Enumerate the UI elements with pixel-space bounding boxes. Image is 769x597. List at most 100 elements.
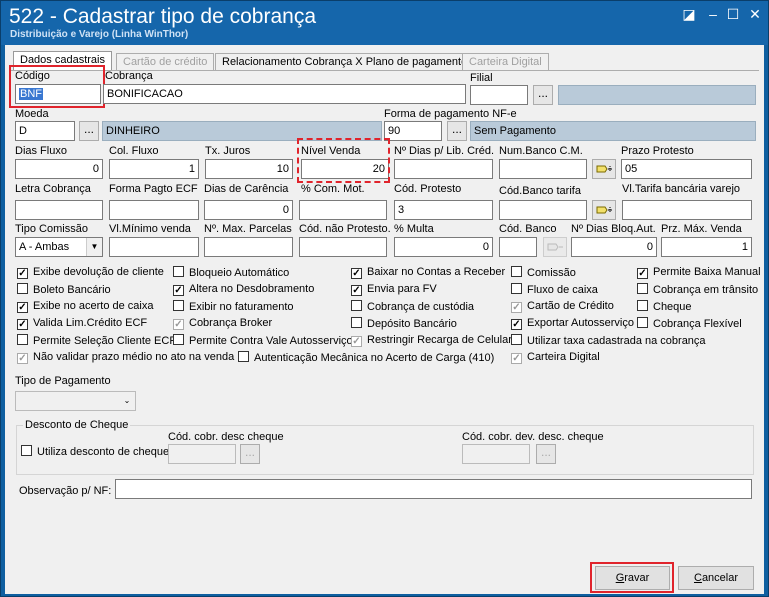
- chk-cobranca-flexivel[interactable]: Cobrança Flexível: [637, 317, 742, 331]
- checkbox-unchecked-icon: [17, 334, 28, 345]
- checkbox-unchecked-icon: [173, 266, 184, 277]
- checkbox-unchecked-icon: [238, 351, 249, 362]
- chk-boleto-bancario[interactable]: Boleto Bancário: [17, 283, 111, 297]
- forma-pag-nfe-label: Forma de pagamento NF-e: [384, 108, 517, 120]
- chk-utilizar-taxa[interactable]: Utilizar taxa cadastrada na cobrança: [511, 334, 706, 348]
- dias-fluxo-input[interactable]: 0: [15, 159, 103, 179]
- chk-exibir-faturamento[interactable]: Exibir no faturamento: [173, 300, 294, 314]
- chk-envia-fv[interactable]: ✓ Envia para FV: [351, 283, 437, 297]
- cancelar-button[interactable]: Cancelar: [678, 566, 754, 590]
- num-banco-cm-search-icon[interactable]: [592, 159, 616, 179]
- tx-juros-input[interactable]: 10: [205, 159, 293, 179]
- tipo-pagamento-select[interactable]: ⌄: [15, 391, 136, 411]
- cod-protesto-input[interactable]: 3: [394, 200, 493, 220]
- close-button[interactable]: ✕: [745, 5, 765, 23]
- filial-lookup-button[interactable]: ...: [533, 85, 553, 105]
- chk-permite-baixa-manual[interactable]: ✓ Permite Baixa Manual: [637, 266, 761, 280]
- tab-cartao-credito[interactable]: Cartão de crédito: [116, 53, 215, 70]
- chk-exibe-acerto-caixa[interactable]: ✓ Exibe no acerto de caixa: [17, 300, 153, 314]
- chk-label: Exibe no acerto de caixa: [33, 300, 154, 312]
- checkbox-checked-icon: ✓: [511, 319, 522, 330]
- cod-banco-tarifa-input[interactable]: [499, 200, 587, 220]
- chk-cobranca-custodia[interactable]: Cobrança de custódia: [351, 300, 474, 314]
- letra-cobranca-input[interactable]: [15, 200, 103, 220]
- cod-cobr-desc-lookup-button[interactable]: ...: [240, 444, 260, 464]
- minimize-button[interactable]: –: [703, 5, 723, 23]
- multa-input[interactable]: 0: [394, 237, 493, 257]
- chk-baixar-contas-receber[interactable]: ✓ Baixar no Contas a Receber: [351, 266, 505, 280]
- filial-input[interactable]: [470, 85, 528, 105]
- chk-label: Autenticação Mecânica no Acerto de Carga…: [254, 352, 495, 364]
- chk-label: Exibe devolução de cliente: [33, 266, 164, 278]
- app-window: 522 - Cadastrar tipo de cobrança Distrib…: [0, 0, 769, 597]
- chk-altera-desdobramento[interactable]: ✓ Altera no Desdobramento: [173, 283, 314, 297]
- prz-max-venda-input[interactable]: 1: [661, 237, 752, 257]
- chk-label: Cobrança de custódia: [367, 301, 475, 313]
- chk-permite-selecao-cliente[interactable]: Permite Seleção Cliente ECF: [17, 334, 176, 348]
- chk-autenticacao-mecanica[interactable]: Autenticação Mecânica no Acerto de Carga…: [238, 351, 494, 365]
- tab-carteira-digital[interactable]: Carteira Digital: [462, 53, 549, 70]
- moeda-input[interactable]: D: [15, 121, 75, 141]
- cod-nao-protesto-input[interactable]: [299, 237, 387, 257]
- cod-protesto-label: Cód. Protesto: [394, 183, 462, 195]
- cod-cobr-desc-input[interactable]: [168, 444, 236, 464]
- dias-lib-cred-input[interactable]: [394, 159, 493, 179]
- multa-label: % Multa: [394, 223, 434, 235]
- cod-banco-tarifa-label: Cód.Banco tarifa: [499, 185, 581, 197]
- chk-cobranca-transito[interactable]: Cobrança em trânsito: [637, 283, 758, 297]
- chk-exibe-devolucao[interactable]: ✓ Exibe devolução de cliente: [17, 266, 164, 280]
- dias-carencia-input[interactable]: 0: [204, 200, 293, 220]
- dias-bloq-aut-input[interactable]: 0: [571, 237, 657, 257]
- tipo-pagamento-label: Tipo de Pagamento: [15, 375, 111, 387]
- forma-pag-nfe-input[interactable]: 90: [384, 121, 442, 141]
- num-banco-cm-label: Num.Banco C.M.: [499, 145, 583, 157]
- observacao-input[interactable]: [115, 479, 752, 499]
- max-parcelas-input[interactable]: [204, 237, 293, 257]
- checkbox-unchecked-icon: [173, 334, 184, 345]
- maximize-button[interactable]: ☐: [723, 5, 743, 23]
- title-bar: 522 - Cadastrar tipo de cobrança Distrib…: [1, 1, 768, 45]
- tipo-comissao-select[interactable]: A - Ambas ▼: [15, 237, 103, 257]
- tab-relacionamento[interactable]: Relacionamento Cobrança X Plano de pagam…: [215, 53, 475, 70]
- cobranca-input[interactable]: BONIFICACAO: [103, 84, 466, 104]
- chk-restringir-recarga[interactable]: ✓ Restringir Recarga de Celular: [351, 334, 512, 348]
- chk-label: Bloqueio Automático: [189, 267, 290, 279]
- chk-deposito-bancario[interactable]: Depósito Bancário: [351, 317, 457, 331]
- chk-valida-lim-credito[interactable]: ✓ Valida Lim.Crédito ECF: [17, 317, 147, 331]
- desconto-cheque-title: Desconto de Cheque: [23, 419, 131, 431]
- col-fluxo-input[interactable]: 1: [109, 159, 199, 179]
- num-banco-cm-input[interactable]: [499, 159, 587, 179]
- forma-pag-nfe-lookup-button[interactable]: ...: [447, 121, 467, 141]
- com-mot-input[interactable]: [299, 200, 387, 220]
- vl-minimo-venda-input[interactable]: [109, 237, 199, 257]
- moeda-lookup-button[interactable]: ...: [79, 121, 99, 141]
- restore-icon[interactable]: ◪: [679, 5, 699, 23]
- checkbox-checked-icon: ✓: [351, 285, 362, 296]
- chk-cheque[interactable]: Cheque: [637, 300, 692, 314]
- cod-cobr-dev-input[interactable]: [462, 444, 530, 464]
- forma-pagto-ecf-input[interactable]: [109, 200, 199, 220]
- cod-banco-search-icon[interactable]: [543, 237, 567, 257]
- chk-cartao-credito[interactable]: ✓ Cartão de Crédito: [511, 300, 614, 314]
- chk-label: Restringir Recarga de Celular: [367, 334, 512, 346]
- observacao-label: Observação p/ NF:: [19, 485, 112, 497]
- chk-carteira-digital[interactable]: ✓ Carteira Digital: [511, 351, 600, 365]
- chk-bloqueio-automatico[interactable]: Bloqueio Automático: [173, 266, 289, 280]
- vl-tarifa-label: Vl.Tarifa bancária varejo: [622, 183, 741, 195]
- cobranca-label: Cobrança: [105, 70, 153, 82]
- chk-exportar-autosservico[interactable]: ✓ Exportar Autosserviço: [511, 317, 634, 331]
- chk-fluxo-caixa[interactable]: Fluxo de caixa: [511, 283, 598, 297]
- chk-nao-validar-prazo[interactable]: ✓ Não validar prazo médio no ato na venda: [17, 351, 234, 365]
- cod-banco-input[interactable]: [499, 237, 537, 257]
- chk-utiliza-desconto-cheque[interactable]: Utiliza desconto de cheque: [21, 445, 169, 459]
- cod-cobr-dev-lookup-button[interactable]: ...: [536, 444, 556, 464]
- checkbox-checked-icon: ✓: [511, 353, 522, 364]
- forma-pagto-ecf-label: Forma Pagto ECF: [109, 183, 198, 195]
- chk-comissao[interactable]: Comissão: [511, 266, 576, 280]
- chk-cobranca-broker[interactable]: ✓ Cobrança Broker: [173, 317, 272, 331]
- prazo-protesto-input[interactable]: 05: [621, 159, 752, 179]
- chk-contra-vale[interactable]: Permite Contra Vale Autosserviço: [173, 334, 353, 348]
- cod-banco-tarifa-search-icon[interactable]: [592, 200, 616, 220]
- forma-pag-nfe-description: Sem Pagamento: [470, 121, 756, 141]
- vl-tarifa-input[interactable]: [622, 200, 752, 220]
